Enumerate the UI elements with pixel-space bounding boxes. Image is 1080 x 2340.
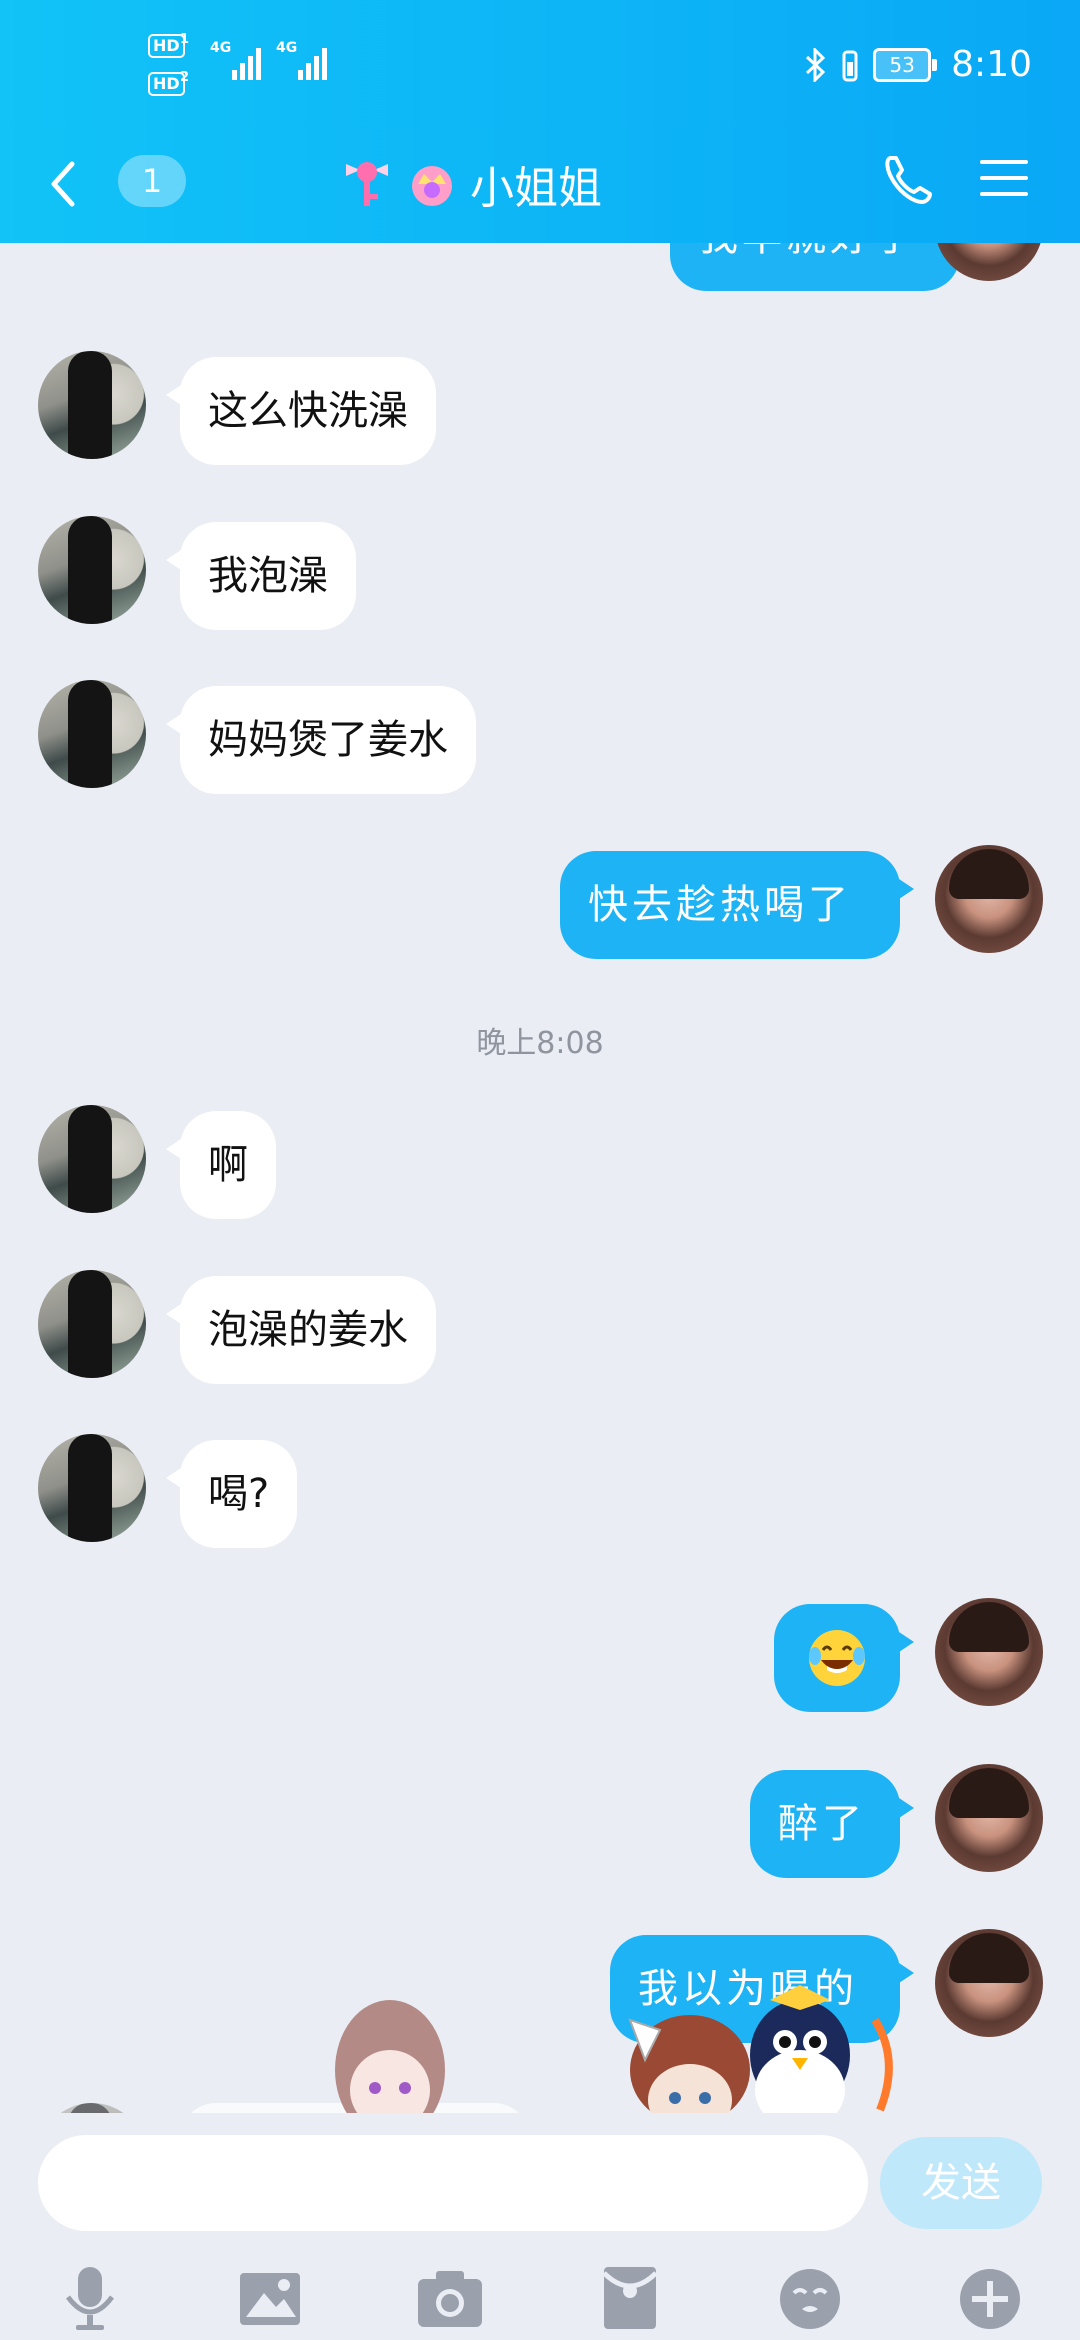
image-icon[interactable] [234, 2263, 306, 2333]
message-composer: 发送 [0, 2113, 1080, 2340]
unread-count-badge[interactable]: 1 [118, 155, 186, 207]
battery-indicator: 53 [873, 47, 938, 82]
message-bubble-incoming[interactable]: 泡澡的姜水 [166, 1276, 436, 1384]
network-type-1: 4G [210, 40, 232, 56]
avatar-self[interactable] [935, 1764, 1043, 1872]
laughing-tears-icon [809, 1630, 865, 1686]
message-bubble-incoming[interactable]: 我泡澡 [166, 522, 356, 630]
chat-title[interactable]: 小姐姐 [340, 144, 602, 224]
avatar-self[interactable] [935, 1929, 1043, 2037]
message-bubble-incoming[interactable]: 喝? [165, 1440, 298, 1548]
message-bubble-outgoing[interactable] [774, 1604, 914, 1712]
bluetooth-icon [806, 47, 826, 82]
microphone-icon[interactable] [54, 2263, 126, 2333]
message-timestamp: 晚上8:08 [476, 1026, 604, 1061]
status-right: 53 8:10 [805, 44, 1032, 85]
plus-icon[interactable] [954, 2263, 1026, 2333]
sim2-label: 2 [180, 70, 190, 85]
crown-gem-icon [412, 166, 452, 206]
message-bubble-incoming[interactable]: 啊 [166, 1111, 276, 1219]
back-arrow-icon[interactable] [40, 152, 84, 216]
network-type-2: 4G [276, 40, 298, 56]
message-bubble-incoming[interactable]: 这么快洗澡 [166, 357, 436, 465]
menu-icon[interactable] [980, 154, 1028, 202]
emoji-icon[interactable] [774, 2263, 846, 2333]
message-bubble-outgoing[interactable]: 我以为喝的 [610, 1935, 914, 2043]
avatar-friend[interactable] [38, 1270, 146, 1378]
send-button[interactable]: 发送 [880, 2137, 1042, 2229]
love-key-icon [346, 162, 388, 206]
clock: 8:10 [951, 44, 1032, 85]
vibrate-battery-icon [842, 50, 858, 81]
message-bubble-outgoing[interactable]: 我早就好了 [670, 243, 960, 291]
avatar-friend[interactable] [38, 2103, 146, 2113]
signal-icon-1 [232, 44, 261, 80]
message-bubble-outgoing[interactable]: 醉了 [750, 1770, 914, 1878]
status-bar: HD 1 HD 2 4G 4G 53 8:10 [0, 0, 1080, 130]
message-bubble-incoming[interactable] [180, 2103, 530, 2113]
app-header: HD 1 HD 2 4G 4G 53 8:10 1 小姐姐 [0, 0, 1080, 243]
nav-bar: 1 小姐姐 [0, 130, 1080, 243]
message-input[interactable] [38, 2135, 868, 2231]
red-packet-icon[interactable] [594, 2263, 666, 2333]
message-bubble-outgoing[interactable]: 快去趁热喝了 [560, 851, 914, 959]
avatar-friend[interactable] [38, 1434, 146, 1542]
signal-icon-2 [298, 44, 327, 80]
input-toolbar [0, 2263, 1080, 2333]
chat-message-list[interactable]: 我早就好了 这么快洗澡 我泡澡 妈妈煲了姜水 快去趁热喝了 晚上8:08 啊 泡… [0, 243, 1080, 2113]
avatar-friend[interactable] [38, 516, 146, 624]
avatar-friend[interactable] [38, 351, 146, 459]
contact-name: 小姐姐 [470, 163, 602, 214]
phone-call-icon[interactable] [880, 150, 936, 210]
sim1-label: 1 [180, 32, 190, 47]
avatar-self[interactable] [935, 845, 1043, 953]
message-bubble-incoming[interactable]: 妈妈煲了姜水 [166, 686, 476, 794]
avatar-friend[interactable] [38, 680, 146, 788]
camera-icon[interactable] [414, 2263, 486, 2333]
avatar-friend[interactable] [38, 1105, 146, 1213]
avatar-self[interactable] [935, 1598, 1043, 1706]
